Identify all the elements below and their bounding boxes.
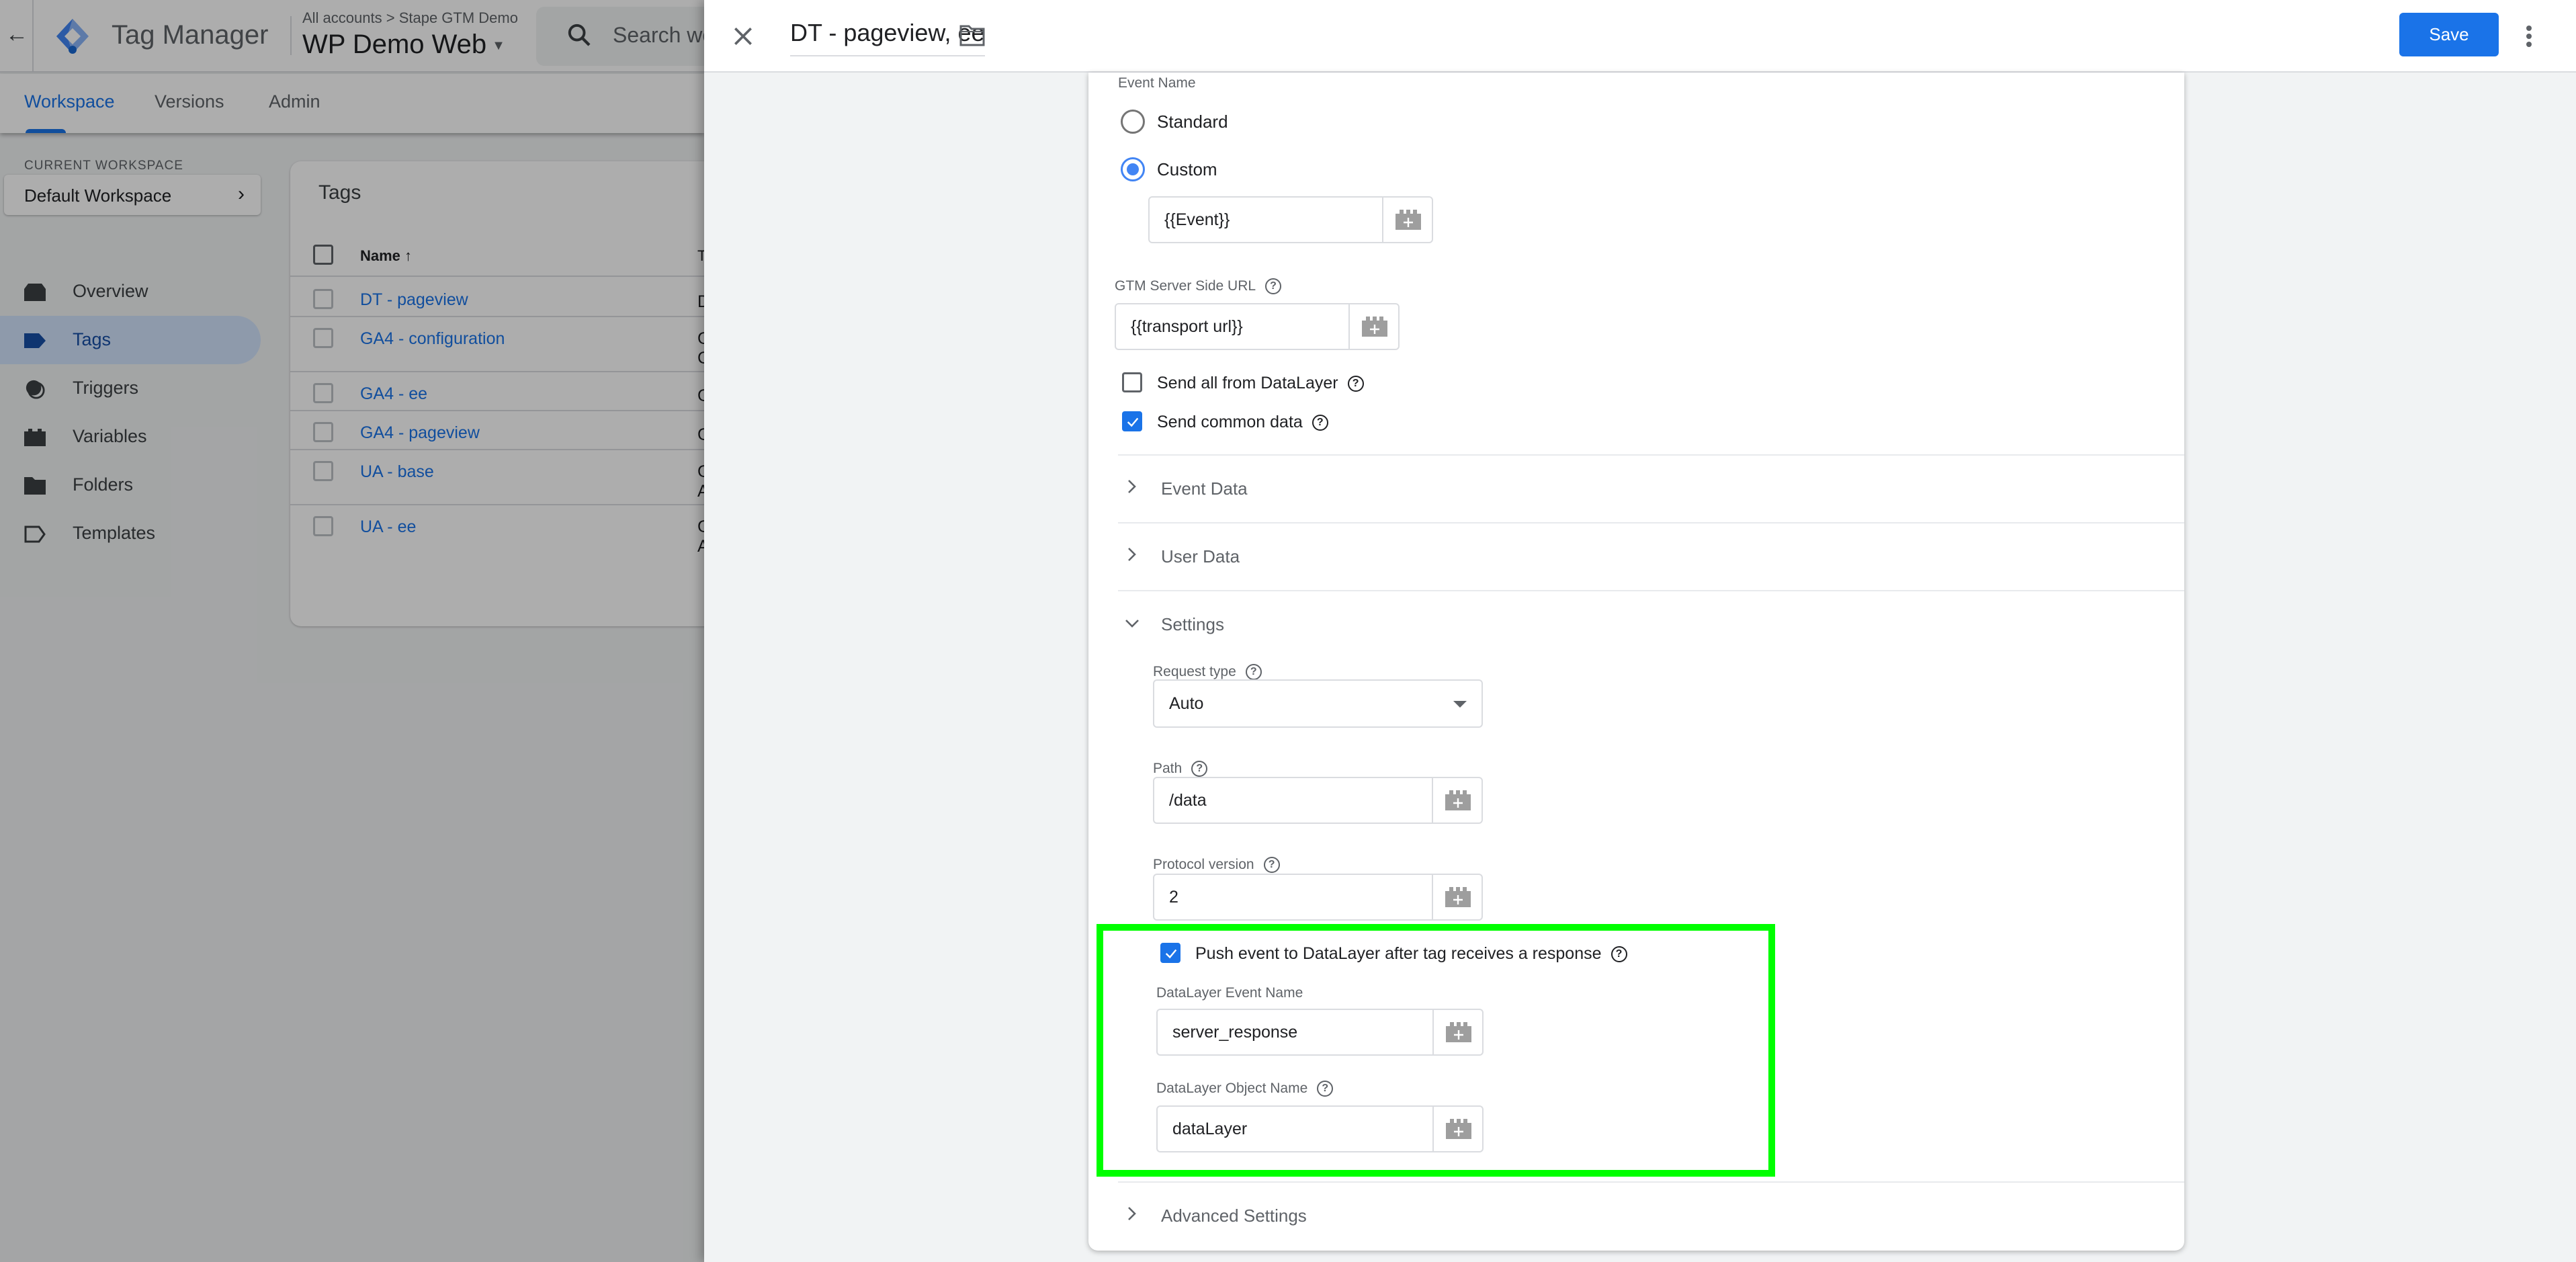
variable-picker-icon (1445, 887, 1471, 907)
input-value: {{Event}} (1164, 210, 1230, 229)
event-name-standard-radio[interactable] (1121, 110, 1145, 134)
help-icon[interactable]: ? (1263, 857, 1280, 873)
help-icon[interactable]: ? (1245, 664, 1262, 680)
help-icon[interactable]: ? (1312, 414, 1328, 431)
input-value: 2 (1169, 888, 1178, 907)
chevron-right-icon (1128, 480, 1136, 493)
event-name-custom-radio[interactable] (1121, 157, 1145, 181)
path-field[interactable]: /data (1153, 777, 1483, 824)
tag-name-input[interactable]: DT - pageview, ee (790, 19, 985, 56)
save-button[interactable]: Save (2399, 13, 2499, 56)
variable-picker-icon (1445, 790, 1471, 810)
tag-configuration-card: Event Name Standard Custom {{Event}} GTM… (1088, 73, 2184, 1251)
request-type-select[interactable]: Auto (1153, 679, 1483, 728)
help-icon[interactable]: ? (1191, 761, 1208, 777)
panel-header: DT - pageview, ee Save (704, 0, 2576, 73)
variable-picker-icon (1396, 210, 1421, 230)
chevron-right-icon (1128, 548, 1136, 561)
variable-picker-icon (1362, 317, 1387, 337)
dropdown-arrow-icon (1453, 701, 1467, 708)
server-url-label: GTM Server Side URL? (1115, 278, 1282, 294)
insert-variable-button[interactable] (1382, 198, 1432, 242)
insert-variable-button[interactable] (1432, 778, 1482, 823)
section-user-data[interactable]: User Data (1088, 523, 2184, 591)
section-advanced-settings[interactable]: Advanced Settings (1088, 1183, 2184, 1250)
input-value: {{transport url}} (1131, 317, 1243, 336)
section-title: Advanced Settings (1161, 1206, 1307, 1226)
server-url-field[interactable]: {{transport url}} (1115, 303, 1400, 350)
send-common-data-label: Send common data? (1157, 413, 1328, 432)
section-event-data[interactable]: Event Data (1088, 456, 2184, 523)
path-label: Path? (1153, 761, 1208, 777)
radio-label: Standard (1157, 112, 1228, 132)
insert-variable-button[interactable] (1432, 875, 1482, 919)
event-name-label: Event Name (1118, 75, 1196, 91)
section-settings[interactable]: Settings (1088, 591, 2184, 659)
select-value: Auto (1169, 694, 1204, 713)
section-title: Settings (1161, 614, 1224, 634)
protocol-version-label: Protocol version? (1153, 857, 1280, 873)
help-icon[interactable]: ? (1265, 278, 1282, 294)
send-all-from-datalayer-label: Send all from DataLayer? (1157, 374, 1364, 393)
radio-label: Custom (1157, 159, 1217, 179)
send-common-data-checkbox[interactable] (1122, 411, 1142, 431)
custom-event-name-field[interactable]: {{Event}} (1148, 196, 1433, 243)
help-icon[interactable]: ? (1347, 375, 1364, 392)
section-title: User Data (1161, 546, 1240, 566)
folder-icon[interactable] (959, 24, 985, 47)
highlight-box (1097, 924, 1775, 1177)
input-value: /data (1169, 791, 1207, 810)
chevron-down-icon (1125, 620, 1139, 628)
section-title: Event Data (1161, 478, 1248, 499)
request-type-label: Request type? (1153, 664, 1262, 680)
send-all-from-datalayer-checkbox[interactable] (1122, 372, 1142, 392)
checkmark-icon (1127, 417, 1139, 427)
protocol-version-field[interactable]: 2 (1153, 874, 1483, 921)
insert-variable-button[interactable] (1348, 304, 1398, 349)
more-options-icon[interactable] (2525, 26, 2533, 47)
tag-editor-panel: DT - pageview, ee Save Event Name Standa… (704, 0, 2576, 1262)
close-icon[interactable] (730, 23, 757, 50)
chevron-right-icon (1128, 1207, 1136, 1220)
modal-scrim[interactable] (0, 0, 704, 1262)
